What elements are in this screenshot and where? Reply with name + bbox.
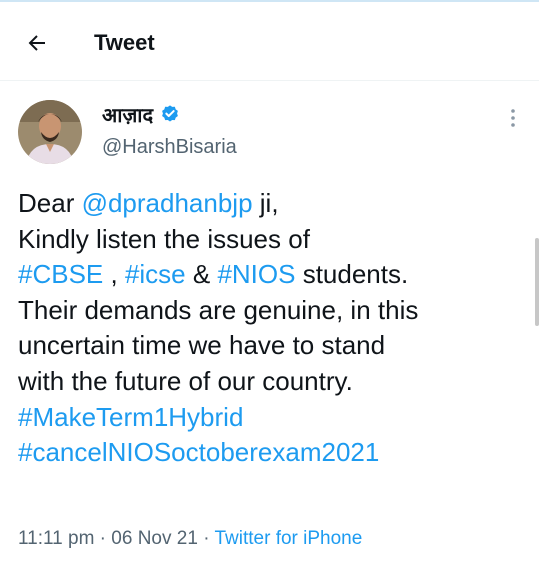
tweet-text-segment: Their demands are genuine, in this: [18, 294, 419, 325]
tweet-text-segment: ji,: [252, 188, 279, 218]
tweet-date[interactable]: 06 Nov 21: [111, 528, 198, 549]
hashtag-link[interactable]: #cancelNIOSoctoberexam2021: [18, 437, 379, 467]
tweet-text-segment: students.: [295, 259, 409, 290]
tweet-meta: 11:11 pm · 06 Nov 21 · Twitter for iPhon…: [18, 528, 362, 550]
author-handle[interactable]: @HarshBisaria: [102, 136, 237, 159]
verified-badge-icon: [162, 104, 178, 122]
meta-separator: ·: [94, 528, 112, 549]
author-name-row: आज़ाद: [102, 101, 181, 128]
tweet-text-segment: Dear: [18, 188, 82, 218]
tweet-line-5: uncertain time we have to stand: [18, 328, 533, 364]
tweet-line-3: #CBSE , #icse & #NIOS students.: [18, 257, 533, 293]
hashtag-link[interactable]: #NIOS: [217, 259, 295, 289]
tweet-time[interactable]: 11:11 pm: [18, 528, 94, 549]
more-vertical-icon: [511, 109, 515, 127]
tweet-line-4: Their demands are genuine, in this: [18, 293, 533, 329]
page-title: Tweet: [94, 30, 155, 55]
arrow-left-icon: [28, 35, 45, 51]
tweet-line-1: Dear @dpradhanbjp ji,: [18, 186, 533, 222]
page-header: Tweet: [0, 2, 539, 81]
hashtag-link[interactable]: #CBSE: [18, 259, 103, 289]
mention-link[interactable]: @dpradhanbjp: [82, 188, 253, 218]
tweet-text-segment: &: [185, 259, 218, 290]
tweet-line-6: with the future of our country.: [18, 364, 533, 400]
avatar-image: [18, 100, 82, 164]
hashtag-link[interactable]: #MakeTerm1Hybrid: [18, 402, 243, 432]
tweet-text-segment: Kindly listen the issues of: [18, 223, 310, 254]
scrollbar[interactable]: [535, 238, 539, 326]
tweet-source-link[interactable]: Twitter for iPhone: [214, 528, 362, 549]
author-name[interactable]: आज़ाद: [102, 101, 153, 128]
tweet-text-segment: with the future of our country.: [18, 365, 353, 396]
tweet-line-2: Kindly listen the issues of: [18, 222, 533, 258]
tweet-text: Dear @dpradhanbjp ji, Kindly listen the …: [18, 186, 533, 471]
tweet-line-8: #cancelNIOSoctoberexam2021: [18, 435, 533, 471]
tweet-line-7: #MakeTerm1Hybrid: [18, 400, 533, 436]
hashtag-link[interactable]: #icse: [125, 259, 186, 289]
more-options-button[interactable]: [506, 106, 520, 130]
tweet-text-segment: ,: [103, 259, 125, 290]
meta-separator: ·: [197, 528, 215, 549]
back-button[interactable]: [22, 28, 52, 58]
tweet-text-segment: uncertain time we have to stand: [18, 330, 386, 361]
avatar[interactable]: [18, 100, 82, 164]
